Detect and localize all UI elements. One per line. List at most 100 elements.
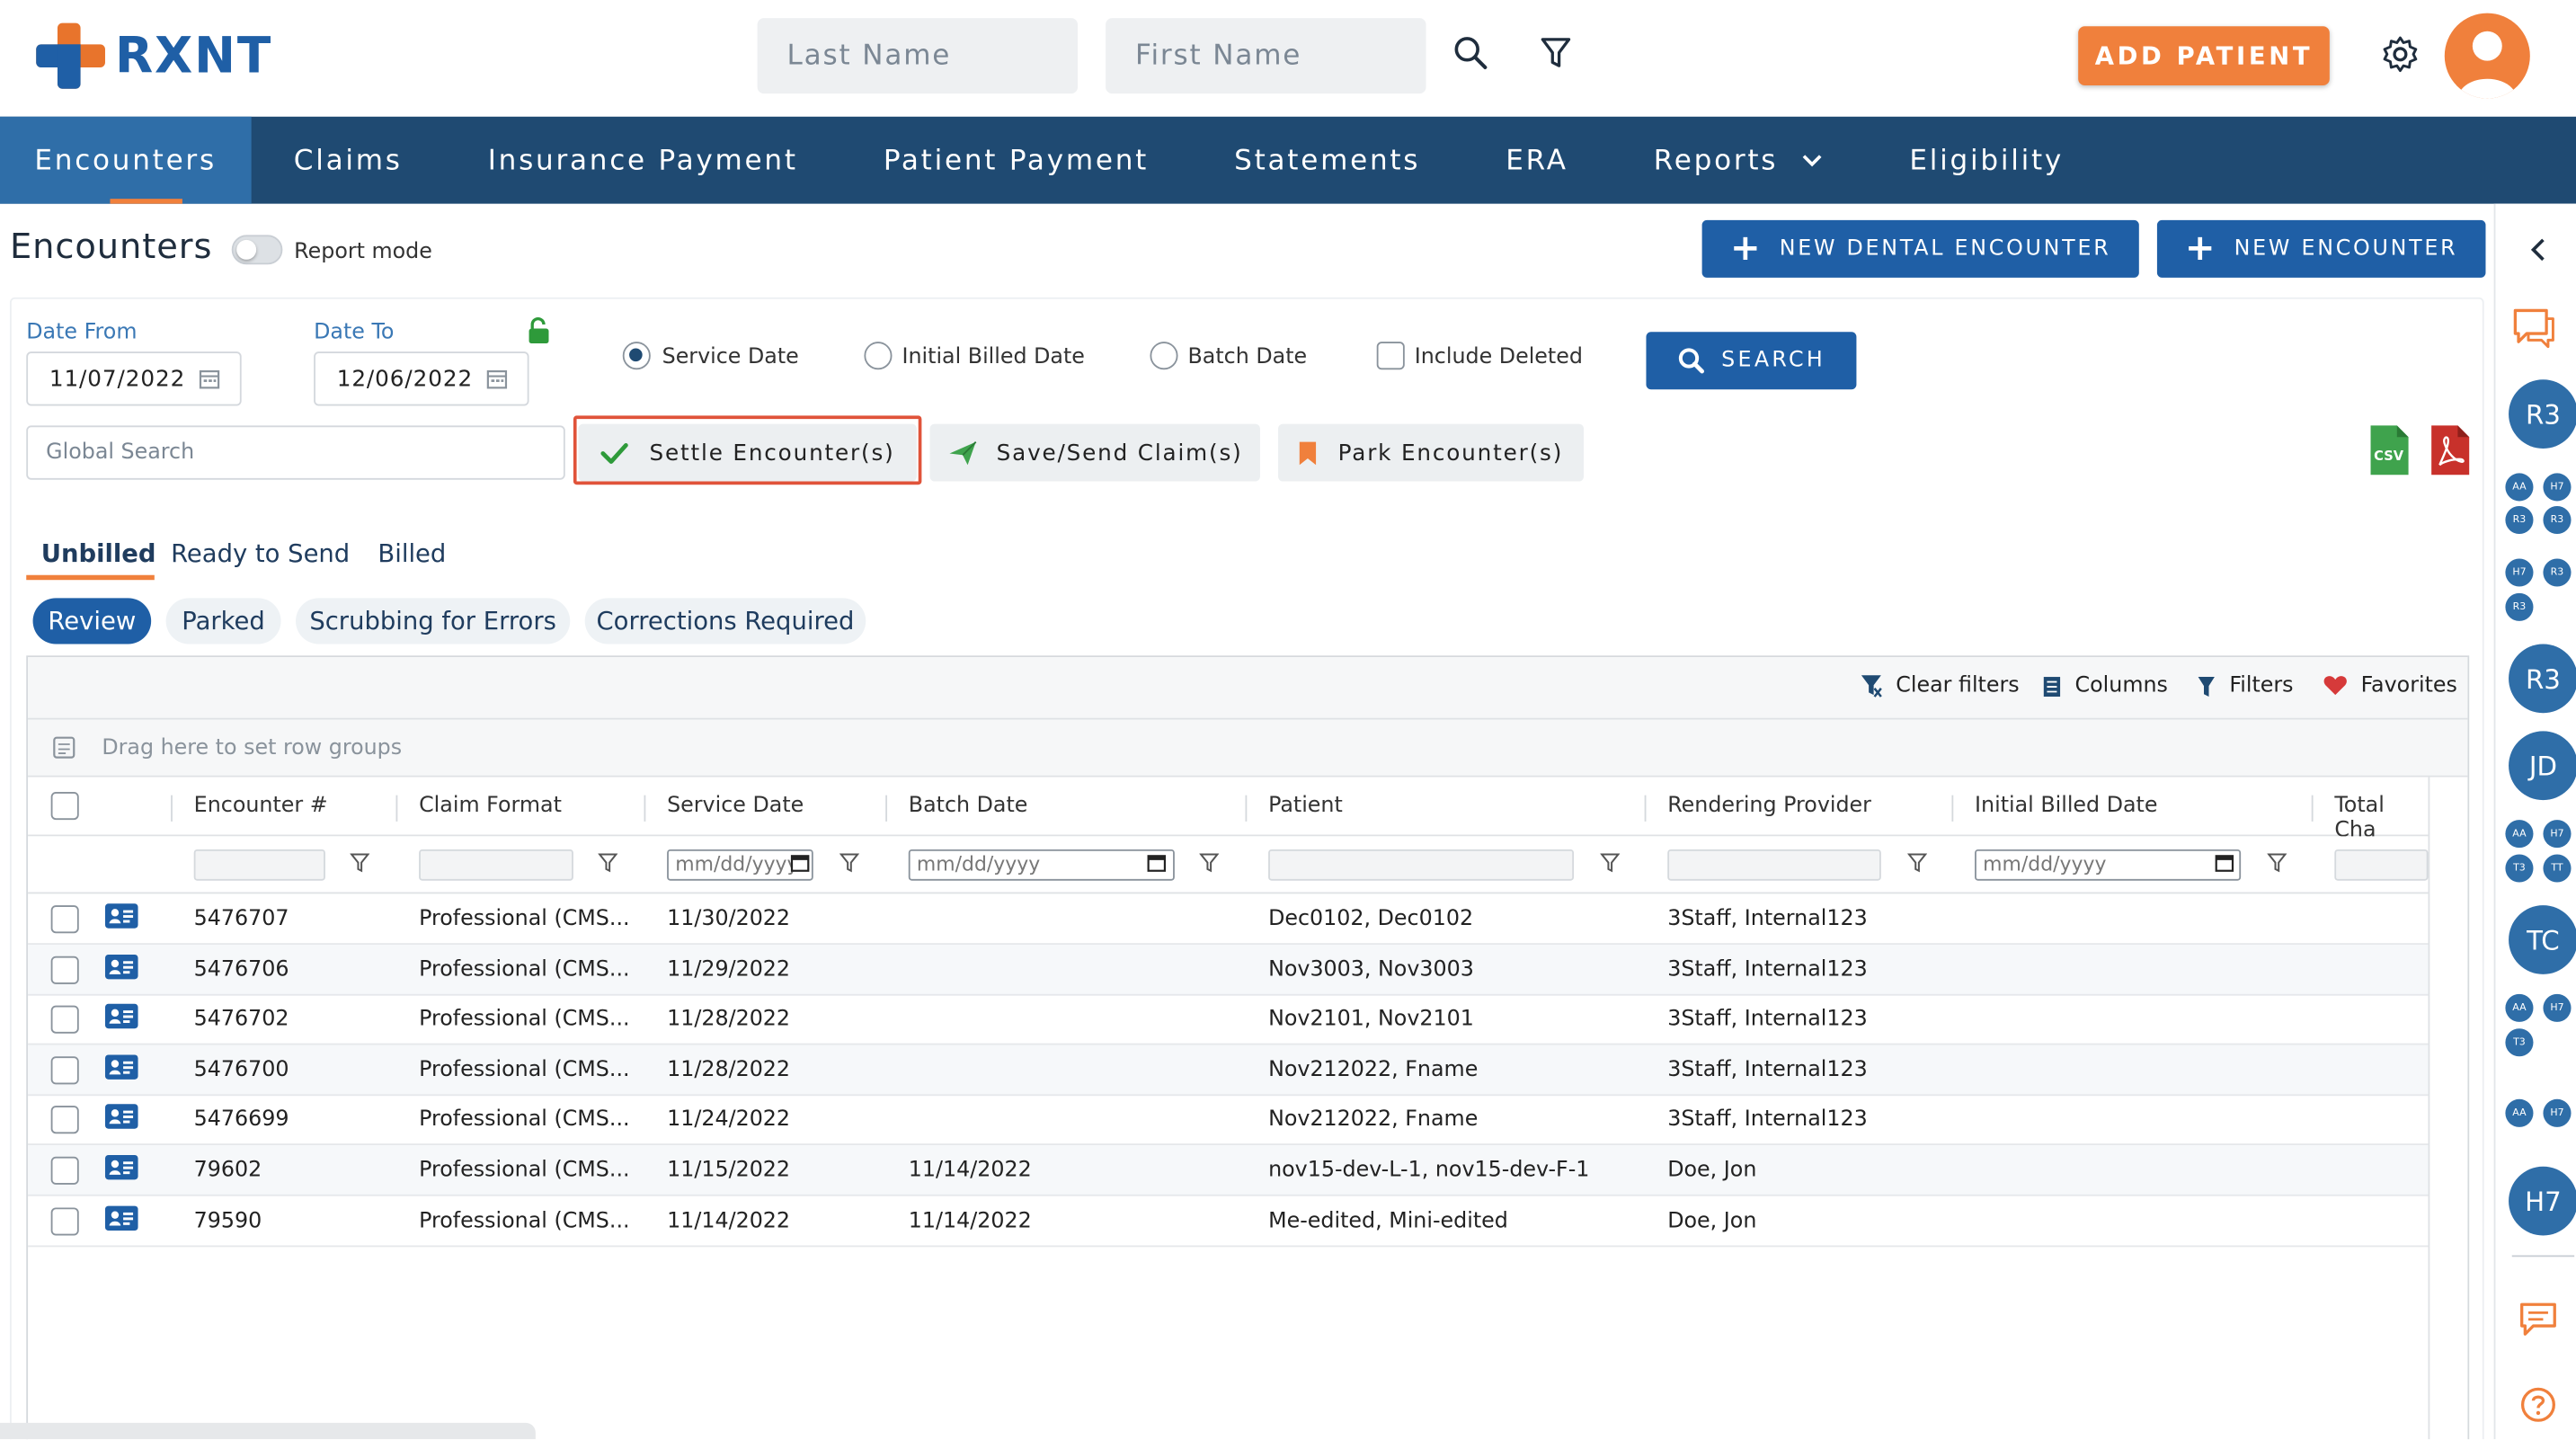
- nav-claims[interactable]: Claims: [251, 117, 445, 204]
- nav-patient-payment[interactable]: Patient Payment: [840, 117, 1191, 204]
- rail-mini-aa[interactable]: AA: [2505, 820, 2534, 849]
- total-filter-input[interactable]: [2334, 849, 2429, 881]
- clear-filters-button[interactable]: Clear filters: [1860, 673, 2020, 698]
- table-row[interactable]: 5476699 Professional (CMS... 11/24/2022 Nov…: [28, 1095, 2429, 1146]
- filter-icon[interactable]: [2267, 853, 2287, 873]
- calendar-icon[interactable]: [1147, 853, 1167, 873]
- add-patient-button[interactable]: ADD PATIENT: [2078, 26, 2330, 86]
- provider-filter-input[interactable]: [1667, 849, 1881, 881]
- rail-badge-r3[interactable]: R3: [2509, 644, 2576, 714]
- rail-mini-h7[interactable]: H7: [2543, 1098, 2572, 1127]
- gear-icon[interactable]: [2379, 33, 2422, 76]
- first-name-input[interactable]: [1106, 18, 1426, 94]
- rail-mini-t3[interactable]: T3: [2505, 1028, 2534, 1057]
- filter-icon[interactable]: [350, 853, 370, 873]
- table-row[interactable]: 79590 Professional (CMS... 11/14/2022 11/14…: [28, 1196, 2429, 1247]
- rxnt-logo[interactable]: RXNT: [36, 22, 272, 89]
- rail-mini-aa[interactable]: AA: [2505, 993, 2534, 1022]
- rail-mini-aa[interactable]: AA: [2505, 473, 2534, 502]
- rail-badge-h7[interactable]: H7: [2509, 1166, 2576, 1236]
- nav-eligibility[interactable]: Eligibility: [1867, 117, 2107, 204]
- include-deleted-checkbox[interactable]: [1376, 342, 1405, 370]
- row-checkbox[interactable]: [50, 1005, 79, 1035]
- new-encounter-button[interactable]: + NEW ENCOUNTER: [2156, 219, 2486, 278]
- rail-mini-r3[interactable]: R3: [2505, 592, 2534, 621]
- csv-export-icon[interactable]: CSV: [2367, 424, 2411, 476]
- help-icon[interactable]: [2520, 1387, 2556, 1423]
- nav-statements[interactable]: Statements: [1192, 117, 1463, 204]
- header-batch-date[interactable]: Batch Date: [909, 794, 1028, 818]
- header-service-date[interactable]: Service Date: [667, 794, 804, 818]
- patient-card-icon[interactable]: [104, 1105, 138, 1130]
- table-row[interactable]: 79602 Professional (CMS... 11/15/2022 11/14…: [28, 1144, 2429, 1196]
- patient-card-icon[interactable]: [104, 1004, 138, 1029]
- table-row[interactable]: 5476702 Professional (CMS... 11/28/2022 Nov…: [28, 994, 2429, 1045]
- rail-mini-r3[interactable]: R3: [2543, 558, 2572, 587]
- rail-mini-aa[interactable]: AA: [2505, 1098, 2534, 1127]
- nav-insurance-payment[interactable]: Insurance Payment: [445, 117, 840, 204]
- row-checkbox[interactable]: [50, 1206, 79, 1235]
- patient-card-icon[interactable]: [104, 1204, 138, 1231]
- patient-card-icon[interactable]: [104, 954, 138, 979]
- rail-mini-tt[interactable]: TT: [2543, 854, 2572, 883]
- chip-review[interactable]: Review: [32, 598, 152, 644]
- initial-billed-date-radio[interactable]: [864, 342, 893, 370]
- nav-era[interactable]: ERA: [1463, 117, 1612, 204]
- columns-button[interactable]: Columns: [2042, 673, 2168, 698]
- chat-icon[interactable]: [2510, 307, 2556, 351]
- rail-mini-h7[interactable]: H7: [2543, 473, 2572, 502]
- calendar-icon[interactable]: [2215, 853, 2234, 873]
- filter-icon[interactable]: [1199, 853, 1220, 873]
- batch-date-radio[interactable]: [1150, 342, 1178, 370]
- service-date-radio[interactable]: [622, 342, 651, 370]
- table-row[interactable]: 5476707 Professional (CMS... 11/30/2022 Dec…: [28, 893, 2429, 945]
- row-checkbox[interactable]: [50, 1106, 79, 1134]
- tab-unbilled[interactable]: Unbilled: [41, 539, 156, 569]
- global-search-input[interactable]: [26, 425, 565, 480]
- tab-billed[interactable]: Billed: [378, 539, 446, 569]
- nav-encounters[interactable]: Encounters: [0, 116, 252, 204]
- header-rendering-provider[interactable]: Rendering Provider: [1667, 794, 1871, 818]
- pdf-export-icon[interactable]: [2429, 424, 2472, 476]
- rail-mini-h7[interactable]: H7: [2543, 820, 2572, 849]
- table-row[interactable]: 5476706 Professional (CMS... 11/29/2022 Nov…: [28, 944, 2429, 995]
- calendar-icon[interactable]: [790, 853, 810, 873]
- row-checkbox[interactable]: [50, 956, 79, 984]
- favorites-button[interactable]: Favorites: [2323, 673, 2457, 698]
- date-from-input[interactable]: 11/07/2022: [26, 351, 242, 406]
- park-encounters-button[interactable]: Park Encounter(s): [1278, 423, 1585, 482]
- rail-mini-t3[interactable]: T3: [2505, 854, 2534, 883]
- rail-mini-r3[interactable]: R3: [2543, 505, 2572, 535]
- patient-card-icon[interactable]: [104, 1054, 138, 1080]
- search-button[interactable]: SEARCH: [1646, 332, 1857, 390]
- patient-filter-input[interactable]: [1268, 849, 1575, 881]
- patient-card-icon[interactable]: [104, 1154, 138, 1180]
- header-claim-format[interactable]: Claim Format: [419, 794, 562, 818]
- row-checkbox[interactable]: [50, 1055, 79, 1084]
- report-mode-toggle[interactable]: [231, 235, 283, 265]
- grid-vertical-scrollbar[interactable]: [2428, 777, 2468, 1440]
- header-initial-billed-date[interactable]: Initial Billed Date: [1975, 794, 2157, 818]
- unlock-icon[interactable]: [528, 316, 551, 344]
- row-checkbox[interactable]: [50, 1156, 79, 1185]
- row-group-dropzone[interactable]: Drag here to set row groups: [28, 719, 2468, 778]
- table-row[interactable]: 5476700 Professional (CMS... 11/28/2022 Nov…: [28, 1044, 2429, 1096]
- filter-icon[interactable]: [1907, 853, 1928, 873]
- select-all-checkbox[interactable]: [50, 792, 79, 821]
- nav-reports[interactable]: Reports: [1611, 117, 1867, 204]
- initial-billed-filter-input[interactable]: mm/dd/yyyy: [1975, 849, 2242, 881]
- rail-mini-r3[interactable]: R3: [2505, 505, 2534, 535]
- header-encounter[interactable]: Encounter #: [194, 794, 328, 818]
- row-checkbox[interactable]: [50, 905, 79, 934]
- filter-icon[interactable]: [598, 853, 618, 873]
- rail-mini-h7[interactable]: H7: [2543, 993, 2572, 1022]
- chip-corrections-required[interactable]: Corrections Required: [584, 598, 866, 644]
- user-avatar[interactable]: [2444, 13, 2530, 99]
- chip-parked[interactable]: Parked: [165, 598, 281, 644]
- rail-badge-jd[interactable]: JD: [2509, 731, 2576, 801]
- filter-icon[interactable]: [1600, 853, 1621, 873]
- claim-format-filter-input[interactable]: [419, 849, 573, 881]
- date-to-input[interactable]: 12/06/2022: [314, 351, 529, 406]
- header-patient[interactable]: Patient: [1268, 794, 1343, 818]
- batch-date-filter-input[interactable]: mm/dd/yyyy: [908, 849, 1175, 881]
